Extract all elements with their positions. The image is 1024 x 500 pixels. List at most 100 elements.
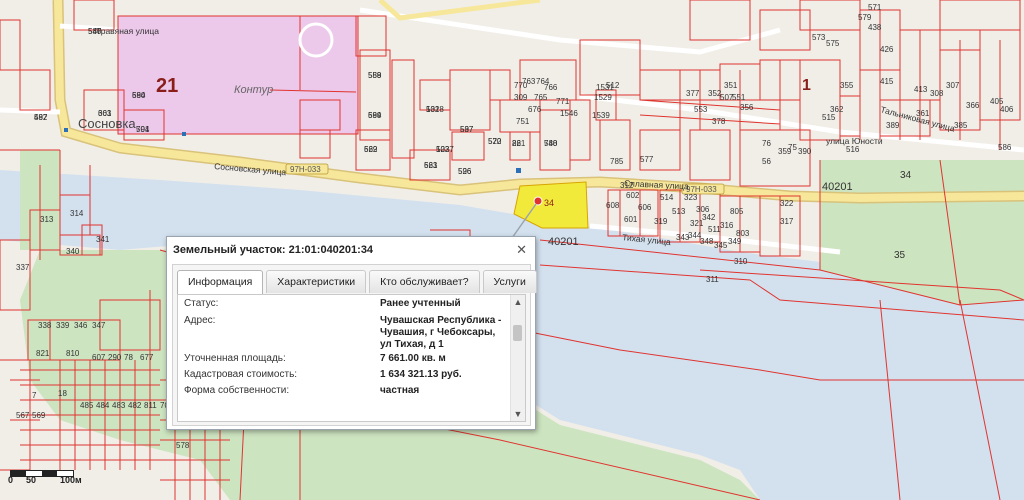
parcel-number: 352 bbox=[708, 89, 722, 98]
parcel-number: 567 bbox=[16, 411, 30, 420]
parcel-number: 551 bbox=[732, 93, 746, 102]
parcel-number: 342 bbox=[702, 213, 716, 222]
parcel-number: 361 bbox=[916, 109, 930, 118]
popup-scrollbar[interactable]: ▲ ▼ bbox=[510, 295, 525, 421]
parcel-number: 339 bbox=[56, 321, 70, 330]
parcel-number: 602 bbox=[626, 191, 640, 200]
parcel-number: 764 bbox=[536, 77, 550, 86]
parcel-number: 771 bbox=[556, 97, 570, 106]
parcel-number: 309 bbox=[514, 93, 528, 102]
parcel-info-popup[interactable]: Земельный участок: 21:01:040201:34 ✕ Инф… bbox=[166, 236, 537, 430]
parcel-number: 596 bbox=[458, 167, 472, 176]
district-name: Контур bbox=[234, 84, 273, 96]
parcel-number: 811 bbox=[144, 401, 157, 410]
parcel-number: 290 bbox=[108, 353, 122, 362]
parcel-number: 515 bbox=[822, 113, 836, 122]
parcel-number: 319 bbox=[654, 217, 668, 226]
parcel-number: 570 bbox=[488, 137, 502, 146]
parcel-number: 805 bbox=[730, 207, 744, 216]
chevron-down-icon[interactable]: ▼ bbox=[513, 409, 523, 419]
parcel-number: 317 bbox=[780, 217, 794, 226]
parcel-number: 413 bbox=[914, 85, 928, 94]
close-icon[interactable]: ✕ bbox=[516, 243, 527, 256]
parcel-number: 377 bbox=[686, 89, 700, 98]
parcel-number: 338 bbox=[38, 321, 52, 330]
parcel-label: 34 bbox=[544, 198, 554, 208]
parcel-number: 751 bbox=[516, 117, 530, 126]
settlement-label: Сосновка bbox=[78, 116, 136, 131]
parcel-number: 514 bbox=[660, 193, 674, 202]
parcel-number: 346 bbox=[74, 321, 88, 330]
parcel-number: 578 bbox=[176, 441, 190, 450]
parcel-number: 511 bbox=[708, 225, 721, 234]
parcel-number: 592 bbox=[34, 113, 48, 122]
parcel-number: 483 bbox=[112, 401, 126, 410]
parcel-number: 1529 bbox=[594, 93, 612, 102]
parcel-number: 676 bbox=[528, 105, 542, 114]
parcel-number: 677 bbox=[140, 353, 154, 362]
tab-services[interactable]: Услуги bbox=[482, 270, 537, 293]
parcel-number: 316 bbox=[720, 221, 734, 230]
row-value: частная bbox=[380, 385, 420, 396]
chevron-up-icon[interactable]: ▲ bbox=[513, 297, 523, 307]
parcel-number: 415 bbox=[880, 77, 894, 86]
parcel-number: 577 bbox=[640, 155, 654, 164]
parcel-number: 78 bbox=[124, 353, 133, 362]
parcel-number: 308 bbox=[930, 89, 944, 98]
parcel-number: 485 bbox=[80, 401, 94, 410]
parcel-number: 785 bbox=[610, 157, 624, 166]
parcel-number: 1027 bbox=[436, 145, 454, 154]
parcel-number: 663 bbox=[424, 161, 438, 170]
parcel-number: 426 bbox=[880, 45, 894, 54]
row-value: Ранее учтенный bbox=[380, 298, 461, 309]
popup-tabs-panel: Информация Характеристики Кто обслуживае… bbox=[172, 264, 537, 426]
parcel-number: 607 bbox=[92, 353, 106, 362]
parcel-number: 821 bbox=[36, 349, 50, 358]
parcel-number: 662 bbox=[364, 145, 378, 154]
parcel-label: 34 bbox=[900, 170, 912, 181]
parcel-number: 591 bbox=[136, 125, 150, 134]
district-number: 21 bbox=[156, 75, 178, 97]
parcel-number: 347 bbox=[92, 321, 106, 330]
parcel-number: 355 bbox=[840, 81, 854, 90]
row-value: Чувашская Республика - Чувашия, г Чебокс… bbox=[380, 315, 502, 350]
popup-tabs: Информация Характеристики Кто обслуживае… bbox=[177, 270, 537, 295]
parcel-number: 587 bbox=[88, 27, 102, 36]
tab-information[interactable]: Информация bbox=[177, 270, 264, 295]
parcel-number: 322 bbox=[780, 199, 794, 208]
parcel-number: 356 bbox=[740, 103, 754, 112]
parcel-number: 351 bbox=[724, 81, 738, 90]
parcel-number: 7 bbox=[32, 391, 37, 400]
tab-characteristics[interactable]: Характеристики bbox=[266, 270, 367, 293]
parcel-number: 810 bbox=[66, 349, 80, 358]
block-number: 40201 bbox=[822, 181, 853, 193]
tab-who-serves[interactable]: Кто обслуживает? bbox=[369, 270, 480, 293]
row-key: Форма собственности: bbox=[184, 385, 290, 396]
parcel-number: 314 bbox=[70, 209, 84, 218]
block-number: 1 bbox=[802, 77, 811, 94]
scale-hundred: 100м bbox=[60, 475, 82, 485]
parcel-number: 589 bbox=[368, 111, 382, 120]
row-key: Кадастровая стоимость: bbox=[184, 369, 298, 380]
scale-zero: 0 bbox=[8, 475, 14, 485]
parcel-number: 311 bbox=[706, 275, 719, 284]
parcel-number: 770 bbox=[514, 81, 528, 90]
parcel-number: 661 bbox=[98, 109, 112, 118]
popup-title: Земельный участок: 21:01:040201:34 bbox=[173, 244, 374, 256]
scale-fifty: 50 bbox=[26, 475, 37, 485]
parcel-number: 512 bbox=[606, 81, 620, 90]
parcel-number: 261 bbox=[512, 139, 526, 148]
parcel-number: 340 bbox=[66, 247, 80, 256]
parcel-number: 608 bbox=[606, 201, 620, 210]
scale-bar: 0 50 100м bbox=[4, 466, 96, 492]
popup-pointer bbox=[512, 203, 537, 239]
row-key: Уточненная площадь: bbox=[184, 353, 286, 364]
parcel-number: 484 bbox=[96, 401, 110, 410]
parcel-number: 390 bbox=[798, 147, 812, 156]
parcel-number: 366 bbox=[966, 101, 980, 110]
scrollbar-thumb[interactable] bbox=[513, 325, 522, 341]
row-value: 7 661.00 кв. м bbox=[380, 353, 446, 364]
street-label: Травяная улица bbox=[96, 26, 159, 36]
parcel-number: 313 bbox=[40, 215, 54, 224]
parcel-number: 586 bbox=[998, 143, 1012, 152]
